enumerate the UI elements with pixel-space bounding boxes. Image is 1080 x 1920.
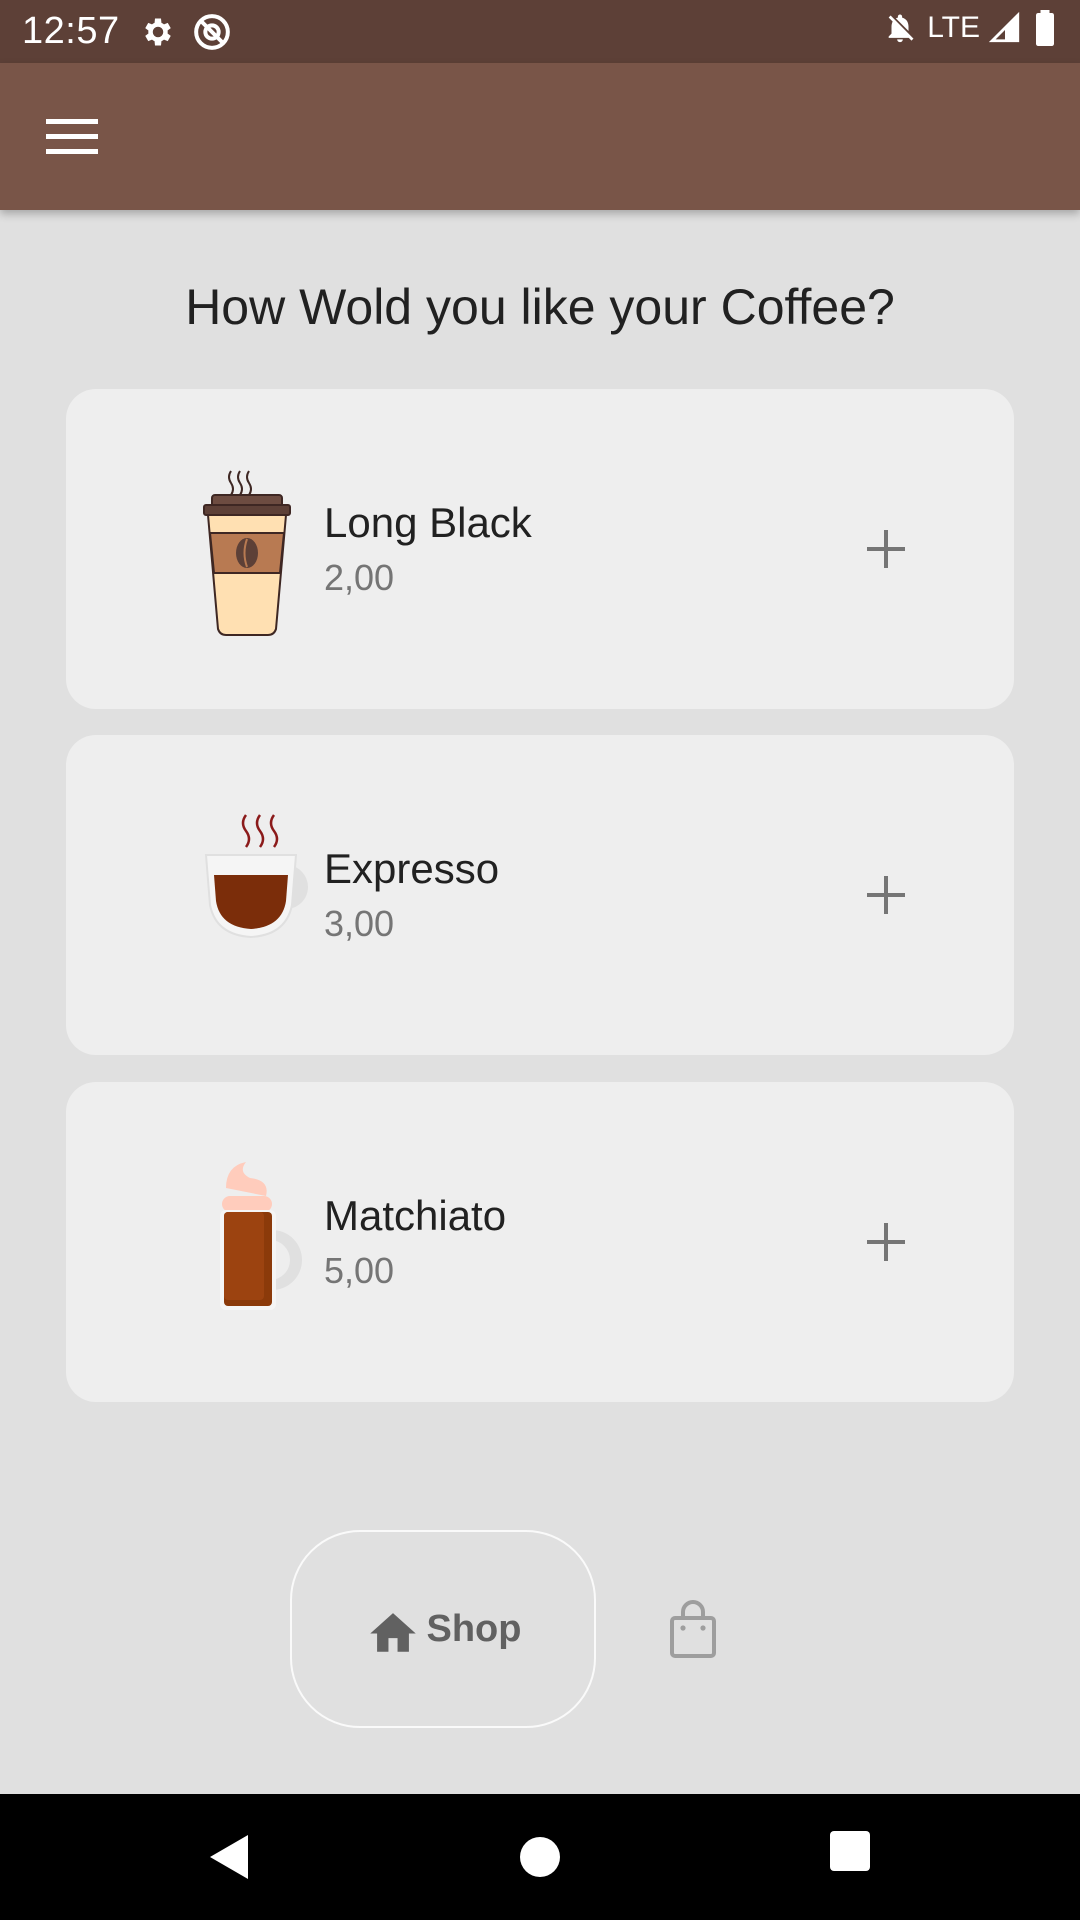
add-icon[interactable] — [851, 1207, 921, 1277]
menu-icon[interactable] — [40, 109, 104, 165]
product-name: Expresso — [324, 845, 500, 892]
home-button-icon[interactable] — [520, 1837, 560, 1877]
macchiato-mug-icon — [220, 1162, 302, 1310]
product-name: Long Black — [324, 499, 532, 546]
bottom-navigation: Shop — [0, 1520, 1080, 1770]
product-card-matchiato: Matchiato 5,00 — [66, 1082, 1014, 1402]
app-bar — [0, 63, 1080, 210]
status-time: 12:57 — [22, 10, 120, 52]
product-price: 3,00 — [324, 903, 395, 944]
bell-off-icon — [888, 14, 914, 43]
system-navigation-bar — [0, 1794, 1080, 1920]
battery-icon — [1036, 10, 1054, 46]
nav-shop-tab[interactable]: Shop — [290, 1530, 596, 1728]
add-icon[interactable] — [851, 860, 921, 930]
nav-shop-label: Shop — [426, 1607, 522, 1650]
espresso-cup-icon — [204, 814, 308, 939]
product-card-expresso: Expresso 3,00 — [66, 735, 1014, 1055]
product-name: Matchiato — [324, 1192, 507, 1239]
product-price: 2,00 — [324, 557, 395, 598]
gear-icon — [145, 18, 171, 46]
signal-icon — [988, 11, 1020, 43]
product-card-long-black: Long Black 2,00 — [66, 389, 1014, 709]
takeaway-coffee-cup-icon — [203, 470, 291, 636]
back-icon[interactable] — [200, 1827, 260, 1887]
recents-icon[interactable] — [830, 1831, 870, 1871]
status-left-icons — [140, 12, 232, 52]
status-bar: 12:57 LTE — [0, 0, 1080, 63]
product-price: 5,00 — [324, 1250, 395, 1291]
add-icon[interactable] — [851, 514, 921, 584]
home-icon — [369, 1613, 416, 1652]
status-right-icons: LTE — [883, 10, 1058, 46]
at-sign-icon — [194, 14, 230, 50]
network-type: LTE — [927, 11, 980, 44]
shopping-bag-icon[interactable] — [663, 1600, 723, 1660]
page-title: How Wold you like your Coffee? — [185, 279, 895, 335]
